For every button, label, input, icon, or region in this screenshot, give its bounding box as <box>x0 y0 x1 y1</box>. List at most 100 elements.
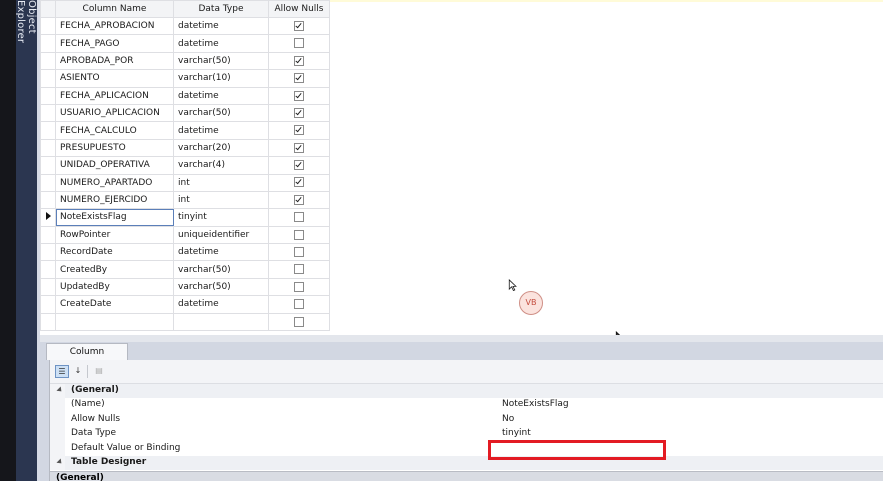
data-type-cell[interactable]: tinyint <box>173 208 269 227</box>
column-name-cell[interactable]: CreatedBy <box>55 260 174 279</box>
property-row[interactable]: Data Type tinyint <box>50 427 883 442</box>
table-row[interactable]: NUMERO_APARTADO int <box>40 173 330 192</box>
data-type-cell[interactable]: varchar(50) <box>173 51 269 71</box>
data-type-cell[interactable]: int <box>173 190 269 210</box>
data-type-header[interactable]: Data Type <box>173 0 269 18</box>
row-selector[interactable] <box>40 173 56 192</box>
table-row[interactable]: APROBADA_POR varchar(50) <box>40 51 330 71</box>
property-row[interactable]: (Name) NoteExistsFlag <box>50 398 883 413</box>
column-name-cell[interactable]: ASIENTO <box>55 69 174 88</box>
column-name-cell[interactable]: CreateDate <box>55 295 174 314</box>
allow-nulls-checkbox[interactable] <box>294 177 304 188</box>
row-selector[interactable] <box>40 51 56 71</box>
property-value[interactable]: tinyint <box>502 428 531 438</box>
property-category[interactable]: (General) <box>50 384 883 399</box>
table-row[interactable]: FECHA_PAGO datetime <box>40 34 330 53</box>
allow-nulls-checkbox[interactable] <box>294 20 304 31</box>
data-type-cell[interactable]: datetime <box>173 16 269 36</box>
property-row[interactable]: Default Value or Binding <box>50 441 883 456</box>
data-type-cell[interactable] <box>173 312 269 332</box>
allow-nulls-checkbox[interactable] <box>294 316 304 327</box>
allow-nulls-checkbox[interactable] <box>294 299 304 310</box>
table-row[interactable]: NUMERO_EJERCIDO int <box>40 190 330 210</box>
data-type-cell[interactable]: datetime <box>173 86 269 105</box>
column-name-cell[interactable]: FECHA_PAGO <box>55 34 174 53</box>
allow-nulls-checkbox[interactable] <box>294 212 304 223</box>
sort-az-icon[interactable]: ↓ <box>71 365 85 378</box>
column-name-cell[interactable]: NUMERO_EJERCIDO <box>55 190 174 210</box>
tab-column-properties[interactable]: Column Properties <box>46 343 128 374</box>
row-selector[interactable] <box>40 243 56 262</box>
column-name-cell[interactable]: PRESUPUESTO <box>55 138 174 158</box>
property-value[interactable]: NoteExistsFlag <box>502 399 569 409</box>
data-type-cell[interactable]: varchar(50) <box>173 277 269 297</box>
allow-nulls-checkbox[interactable] <box>294 194 304 205</box>
row-selector[interactable] <box>40 190 56 210</box>
data-type-cell[interactable]: varchar(10) <box>173 69 269 88</box>
allow-nulls-checkbox[interactable] <box>294 125 304 136</box>
property-pages-icon[interactable]: ▤ <box>92 365 106 378</box>
allow-nulls-checkbox[interactable] <box>294 247 304 258</box>
row-selector[interactable] <box>40 260 56 279</box>
row-selector[interactable] <box>40 121 56 140</box>
allow-nulls-checkbox[interactable] <box>294 107 304 118</box>
data-type-cell[interactable]: varchar(50) <box>173 103 269 123</box>
categorized-icon[interactable]: ☰ <box>55 365 69 378</box>
data-type-cell[interactable]: datetime <box>173 243 269 262</box>
table-row[interactable]: FECHA_CALCULO datetime <box>40 121 330 140</box>
allow-nulls-checkbox[interactable] <box>294 160 304 171</box>
row-selector[interactable] <box>40 295 56 314</box>
data-type-cell[interactable]: varchar(4) <box>173 156 269 175</box>
table-row[interactable]: CreatedBy varchar(50) <box>40 260 330 279</box>
row-selector[interactable] <box>40 34 56 53</box>
table-row[interactable]: UNIDAD_OPERATIVA varchar(4) <box>40 156 330 175</box>
allow-nulls-checkbox[interactable] <box>294 229 304 240</box>
column-name-cell[interactable]: RowPointer <box>55 225 174 245</box>
allow-nulls-header[interactable]: Allow Nulls <box>268 0 330 18</box>
column-name-cell[interactable]: UNIDAD_OPERATIVA <box>55 156 174 175</box>
data-type-cell[interactable]: varchar(50) <box>173 260 269 279</box>
data-type-cell[interactable]: datetime <box>173 34 269 53</box>
column-name-cell[interactable]: FECHA_APROBACION <box>55 16 174 36</box>
table-row[interactable]: FECHA_APLICACION datetime <box>40 86 330 105</box>
column-name-cell[interactable]: NUMERO_APARTADO <box>55 173 174 192</box>
column-name-cell[interactable]: FECHA_APLICACION <box>55 86 174 105</box>
table-row[interactable]: NoteExistsFlag tinyint <box>40 208 330 227</box>
data-type-cell[interactable]: uniqueidentifier <box>173 225 269 245</box>
row-selector[interactable] <box>40 86 56 105</box>
object-explorer-label[interactable]: Object Explorer <box>15 0 37 60</box>
allow-nulls-checkbox[interactable] <box>294 142 304 153</box>
column-name-cell[interactable]: FECHA_CALCULO <box>55 121 174 140</box>
table-row[interactable]: CreateDate datetime <box>40 295 330 314</box>
pane-splitter[interactable] <box>40 335 883 342</box>
property-category[interactable]: Table Designer <box>50 456 883 471</box>
allow-nulls-checkbox[interactable] <box>294 38 304 49</box>
table-row[interactable]: UpdatedBy varchar(50) <box>40 277 330 297</box>
column-name-cell[interactable] <box>55 312 174 332</box>
allow-nulls-checkbox[interactable] <box>294 73 304 84</box>
row-selector[interactable] <box>40 156 56 175</box>
row-selector[interactable] <box>40 16 56 36</box>
allow-nulls-checkbox[interactable] <box>294 90 304 101</box>
property-value[interactable]: No <box>502 414 514 424</box>
row-selector[interactable] <box>40 312 56 332</box>
table-row[interactable]: FECHA_APROBACION datetime <box>40 16 330 36</box>
allow-nulls-checkbox[interactable] <box>294 281 304 292</box>
table-row[interactable] <box>40 312 330 332</box>
table-row[interactable]: PRESUPUESTO varchar(20) <box>40 138 330 158</box>
data-type-cell[interactable]: int <box>173 173 269 192</box>
row-selector[interactable] <box>40 277 56 297</box>
column-name-cell[interactable]: UpdatedBy <box>55 277 174 297</box>
column-name-cell[interactable]: NoteExistsFlag <box>55 208 174 227</box>
table-row[interactable]: RowPointer uniqueidentifier <box>40 225 330 245</box>
data-type-cell[interactable]: datetime <box>173 295 269 314</box>
row-selector[interactable] <box>40 225 56 245</box>
table-row[interactable]: ASIENTO varchar(10) <box>40 69 330 88</box>
data-type-cell[interactable]: datetime <box>173 121 269 140</box>
table-row[interactable]: USUARIO_APLICACION varchar(50) <box>40 103 330 123</box>
row-selector[interactable] <box>40 103 56 123</box>
object-explorer-tab[interactable] <box>16 0 37 481</box>
current-row-indicator-icon[interactable] <box>40 208 56 227</box>
column-name-cell[interactable]: RecordDate <box>55 243 174 262</box>
allow-nulls-checkbox[interactable] <box>294 55 304 66</box>
